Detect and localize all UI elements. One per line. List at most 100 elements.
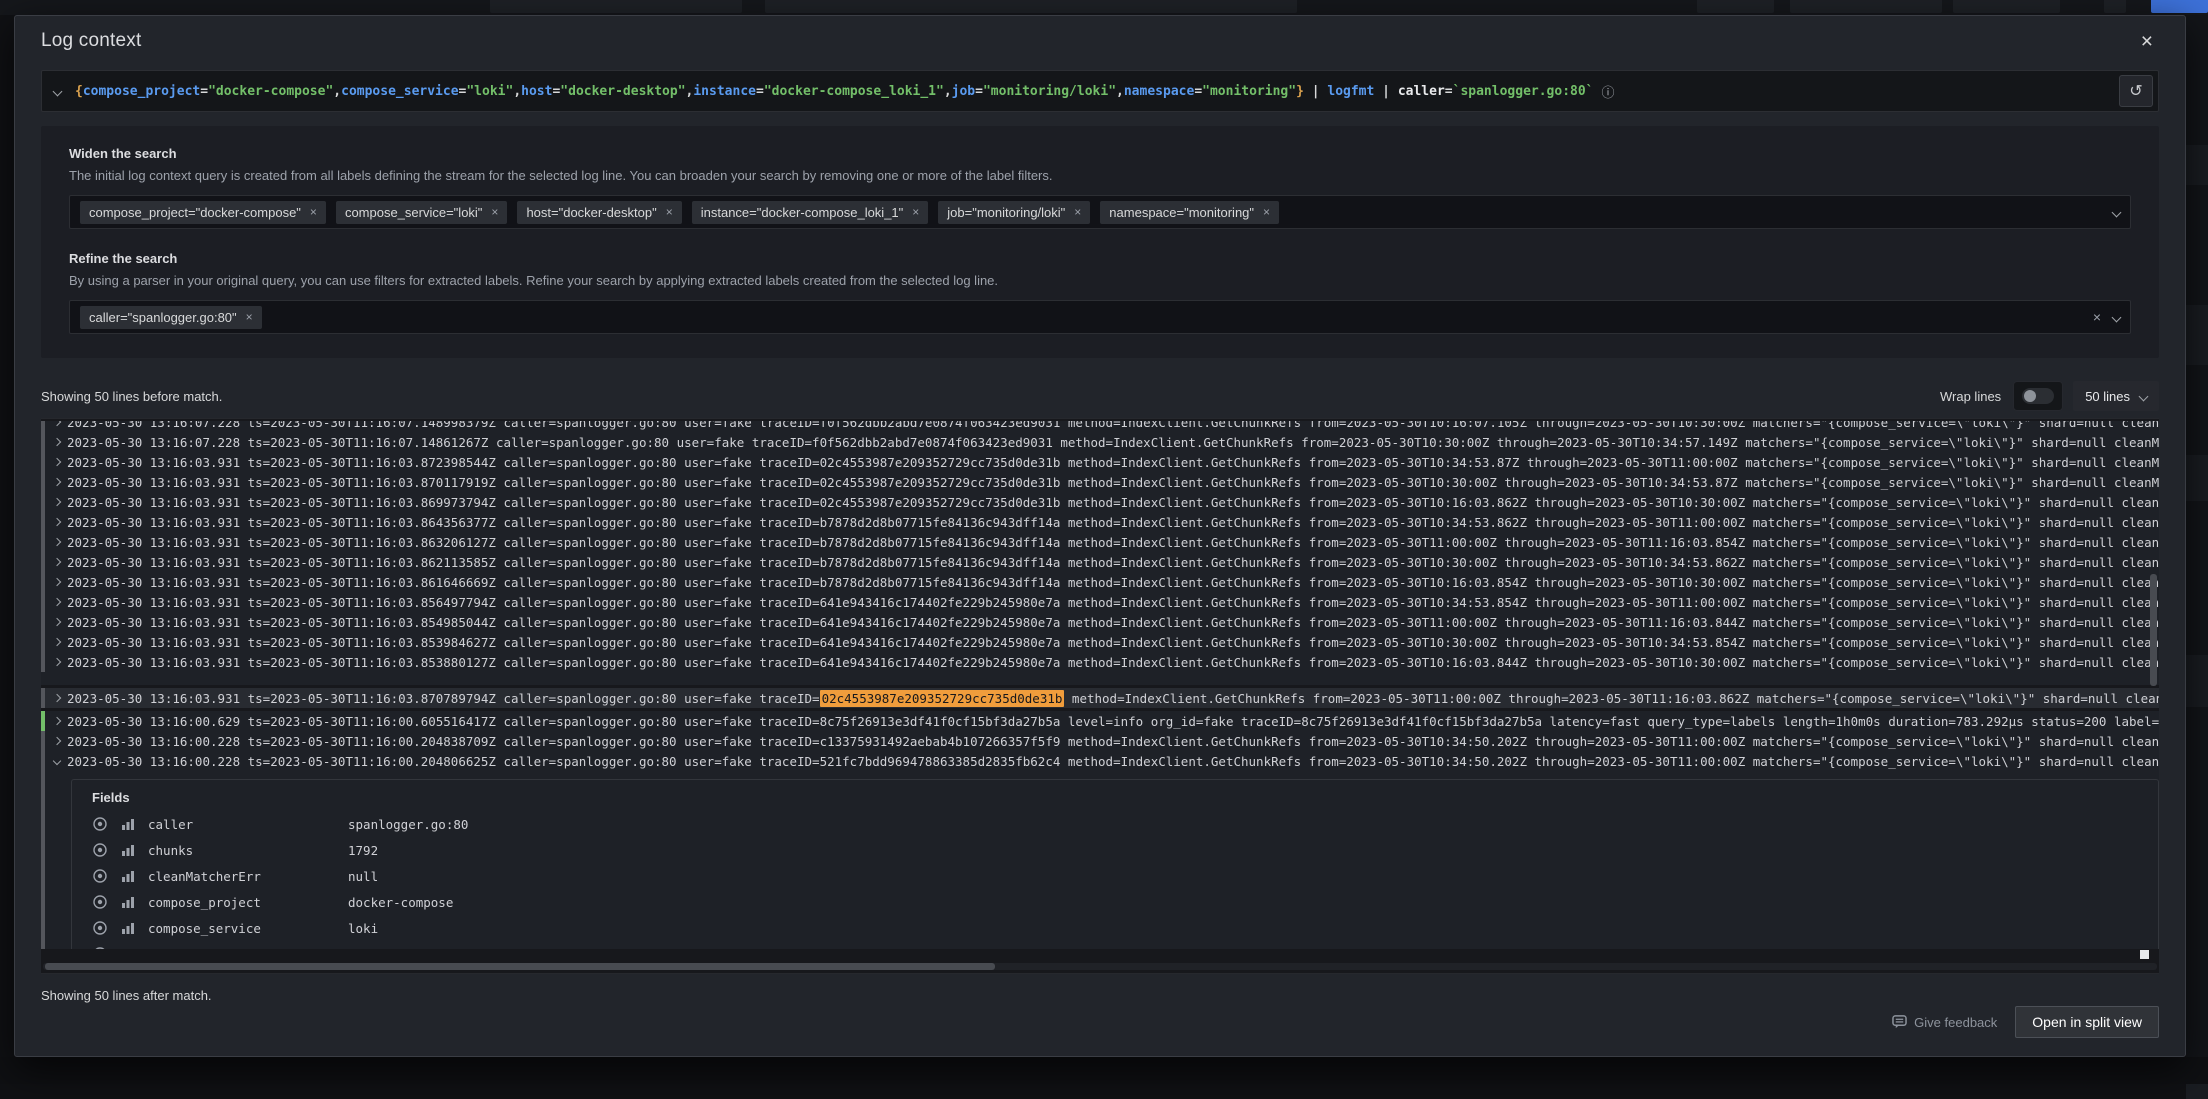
chevron-right-icon[interactable] (52, 557, 62, 567)
query-token: instance (693, 83, 756, 99)
remove-filter-icon[interactable]: × (1263, 205, 1270, 219)
chevron-right-icon[interactable] (52, 517, 62, 527)
remove-filter-icon[interactable]: × (491, 205, 498, 219)
chevron-right-icon[interactable] (52, 597, 62, 607)
eye-icon[interactable] (92, 816, 108, 832)
query-token: , (943, 83, 952, 99)
log-row[interactable]: 2023-05-30 13:16:03.931 ts=2023-05-30T11… (41, 532, 2159, 552)
eye-icon[interactable] (92, 946, 108, 949)
widen-labels-input[interactable]: compose_project="docker-compose" × compose… (69, 195, 2131, 229)
chevron-right-icon[interactable] (52, 657, 62, 667)
chevron-right-icon[interactable] (52, 537, 62, 547)
log-row[interactable]: 2023-05-30 13:16:00.228 ts=2023-05-30T11… (41, 751, 2159, 771)
label-filter-chip[interactable]: compose_project="docker-compose" × (80, 200, 326, 224)
loki-query-text: {compose_project="docker-compose",compos… (75, 84, 1594, 99)
refine-search-block: Refine the search By using a parser in y… (69, 251, 2131, 334)
log-row[interactable]: 2023-05-30 13:16:03.931 ts=2023-05-30T11… (41, 552, 2159, 572)
log-row[interactable]: 2023-05-30 13:16:03.931 ts=2023-05-30T11… (41, 572, 2159, 592)
log-row[interactable]: 2023-05-30 13:16:07.228 ts=2023-05-30T11… (41, 421, 2159, 432)
wrap-lines-toggle[interactable] (2013, 381, 2064, 411)
remove-filter-icon[interactable]: × (912, 205, 919, 219)
remove-filter-icon[interactable]: × (1074, 205, 1081, 219)
chevron-right-icon[interactable] (52, 736, 62, 746)
open-in-split-view-button[interactable]: Open in split view (2015, 1006, 2159, 1038)
resize-handle[interactable] (2140, 950, 2149, 959)
eye-icon[interactable] (92, 868, 108, 884)
bar-chart-icon[interactable] (120, 868, 136, 884)
log-line-text: 2023-05-30 13:16:03.931 ts=2023-05-30T11… (67, 455, 2159, 470)
log-row[interactable]: 2023-05-30 13:16:03.931 ts=2023-05-30T11… (41, 492, 2159, 512)
label-filter-chip[interactable]: namespace="monitoring" × (1100, 200, 1280, 224)
remove-filter-icon[interactable]: × (310, 205, 317, 219)
open-in-split-view-label: Open in split view (2032, 1014, 2142, 1030)
field-name: compose_project (148, 894, 261, 910)
horizontal-scrollbar[interactable] (43, 963, 2157, 970)
label-filter-chip[interactable]: compose_service="loki" × (335, 200, 508, 224)
lines-count-select[interactable]: 50 lines (2073, 381, 2159, 411)
log-context-scroll-area[interactable]: 2023-05-30 13:16:07.228 ts=2023-05-30T11… (41, 418, 2159, 974)
close-icon[interactable]: × (2135, 30, 2159, 54)
matched-log-row[interactable]: 2023-05-30 13:16:03.931 ts=2023-05-30T11… (41, 688, 2159, 708)
refine-description: By using a parser in your original query… (69, 273, 999, 288)
revert-query-button[interactable]: ↺ (2119, 75, 2153, 107)
eye-icon[interactable] (92, 842, 108, 858)
eye-icon[interactable] (92, 920, 108, 936)
chevron-right-icon[interactable] (52, 457, 62, 467)
chevron-right-icon[interactable] (52, 421, 62, 427)
label-filter-chip[interactable]: job="monitoring/loki" × (938, 200, 1091, 224)
remove-filter-icon[interactable]: × (246, 310, 253, 324)
log-row[interactable]: 2023-05-30 13:16:03.931 ts=2023-05-30T11… (41, 452, 2159, 472)
log-details-panel: Fields caller spanlogger.go:80 chunks 1792 c… (41, 771, 2159, 949)
background-button (1790, 0, 1942, 13)
label-filter-chip[interactable]: instance="docker-compose_loki_1" × (691, 200, 929, 224)
background-primary-button (2151, 0, 2208, 13)
log-row[interactable]: 2023-05-30 13:16:00.629 ts=2023-05-30T11… (41, 711, 2159, 731)
chevron-down-icon[interactable] (2111, 312, 2122, 322)
chevron-right-icon[interactable] (52, 437, 62, 447)
lines-after-group: 2023-05-30 13:16:00.629 ts=2023-05-30T11… (41, 711, 2159, 771)
eye-icon[interactable] (92, 894, 108, 910)
vertical-scrollbar-thumb[interactable] (2150, 574, 2157, 686)
field-value: docker-compose_loki_1 (348, 947, 506, 950)
chevron-right-icon[interactable] (52, 577, 62, 587)
label-filter-text: namespace="monitoring" (1109, 204, 1255, 220)
label-filter-text: host="docker-desktop" (526, 204, 657, 220)
log-line-text: 2023-05-30 13:16:07.228 ts=2023-05-30T11… (67, 421, 2159, 430)
log-row[interactable]: 2023-05-30 13:16:03.931 ts=2023-05-30T11… (41, 512, 2159, 532)
bar-chart-icon[interactable] (120, 894, 136, 910)
chevron-right-icon[interactable] (52, 693, 62, 703)
refine-labels-input[interactable]: caller="spanlogger.go:80" × × (69, 300, 2131, 334)
log-row[interactable]: 2023-05-30 13:16:03.931 ts=2023-05-30T11… (41, 472, 2159, 492)
log-row[interactable]: 2023-05-30 13:16:00.228 ts=2023-05-30T11… (41, 731, 2159, 751)
bar-chart-icon[interactable] (120, 816, 136, 832)
bar-chart-icon[interactable] (120, 842, 136, 858)
give-feedback-link[interactable]: Give feedback (1892, 1015, 1997, 1030)
label-filter-chip[interactable]: host="docker-desktop" × (517, 200, 682, 224)
chevron-down-icon[interactable] (2111, 207, 2122, 217)
chevron-down-icon[interactable] (52, 86, 63, 96)
query-token: = (200, 83, 209, 99)
chevron-right-icon[interactable] (52, 716, 62, 726)
query-token: , (513, 83, 522, 99)
chevron-right-icon[interactable] (52, 477, 62, 487)
log-row[interactable]: 2023-05-30 13:16:03.931 ts=2023-05-30T11… (41, 688, 2159, 708)
chevron-right-icon[interactable] (52, 637, 62, 647)
log-row[interactable]: 2023-05-30 13:16:03.931 ts=2023-05-30T11… (41, 592, 2159, 612)
log-text-segment: 2023-05-30 13:16:03.931 ts=2023-05-30T11… (67, 494, 2159, 510)
log-row[interactable]: 2023-05-30 13:16:03.931 ts=2023-05-30T11… (41, 612, 2159, 632)
remove-filter-icon[interactable]: × (666, 205, 673, 219)
field-value: 1792 (348, 842, 379, 858)
log-row[interactable]: 2023-05-30 13:16:07.228 ts=2023-05-30T11… (41, 432, 2159, 452)
chevron-right-icon[interactable] (52, 617, 62, 627)
log-text-segment: 2023-05-30 13:16:03.931 ts=2023-05-30T11… (67, 574, 2159, 590)
bar-chart-icon[interactable] (120, 946, 136, 949)
horizontal-scrollbar-thumb[interactable] (45, 963, 995, 970)
log-row[interactable]: 2023-05-30 13:16:03.931 ts=2023-05-30T11… (41, 652, 2159, 672)
log-row[interactable]: 2023-05-30 13:16:03.931 ts=2023-05-30T11… (41, 632, 2159, 652)
fields-heading: Fields (92, 790, 130, 805)
chevron-right-icon[interactable] (52, 497, 62, 507)
extracted-label-chip[interactable]: caller="spanlogger.go:80" × (80, 305, 262, 329)
bar-chart-icon[interactable] (120, 920, 136, 936)
chevron-down-icon[interactable] (52, 756, 62, 766)
clear-icon[interactable]: × (2093, 309, 2101, 325)
